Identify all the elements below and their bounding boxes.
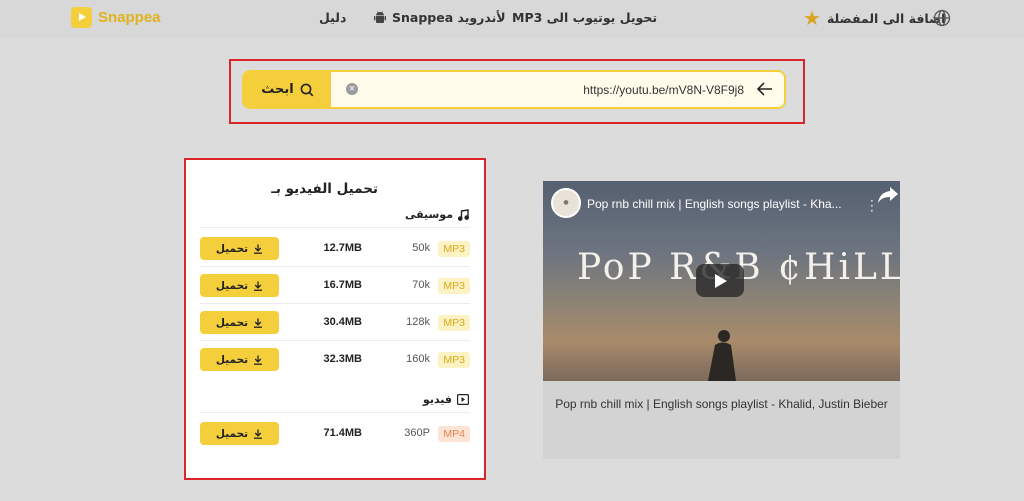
download-panel: تحميل الفيديو بـ موسيقى تحميل 12.7MB 50k… [186, 160, 484, 478]
download-button-label: تحميل [215, 316, 249, 329]
video-player[interactable]: ● Pop rnb chill mix | English songs play… [543, 181, 900, 381]
quality: 160k [406, 353, 430, 365]
music-section-label: موسيقى [404, 208, 453, 221]
search-button-label: ابحث [261, 82, 294, 97]
divider [200, 266, 470, 267]
quality: 70k [412, 279, 430, 291]
download-icon [254, 281, 263, 291]
share-icon[interactable] [877, 185, 899, 205]
download-button[interactable]: تحميل [200, 422, 279, 445]
download-icon [254, 355, 263, 365]
music-section-heading: موسيقى [405, 208, 469, 221]
music-download-row: تحميل 12.7MB 50k MP3 [200, 237, 470, 261]
divider [200, 227, 470, 228]
file-size: 12.7MB [323, 242, 362, 254]
format-badge: MP4 [438, 426, 470, 442]
music-download-row: تحميل 16.7MB 70k MP3 [200, 274, 470, 298]
nav-mp3-label: MP3 تحويل يوتيوب الى [512, 10, 658, 25]
download-button[interactable]: تحميل [200, 348, 279, 371]
download-icon [254, 244, 263, 254]
music-download-row: تحميل 32.3MB 160k MP3 [200, 348, 470, 372]
add-to-favorites-label: اضافة الى المفضلة [826, 10, 946, 26]
format-badge: MP3 [438, 278, 470, 294]
download-button-label: تحميل [215, 427, 249, 440]
download-button-label: تحميل [215, 242, 249, 255]
arrow-left-icon[interactable] [756, 80, 774, 98]
panel-title: تحميل الفيديو بـ [271, 181, 378, 197]
nav-guide-label: دليل [319, 10, 347, 25]
file-size: 32.3MB [323, 353, 362, 365]
person-silhouette-image [708, 330, 736, 381]
quality: 128k [406, 316, 430, 328]
download-button[interactable]: تحميل [200, 311, 279, 334]
android-icon [374, 10, 386, 23]
clear-icon[interactable]: × [346, 83, 358, 95]
nav-android-link[interactable]: Snappea لأندرويد [374, 10, 506, 25]
video-title: Pop rnb chill mix | English songs playli… [555, 397, 888, 411]
video-section-label: فيديو [422, 393, 452, 406]
download-button[interactable]: تحميل [200, 237, 279, 260]
file-size: 16.7MB [323, 279, 362, 291]
search-icon [300, 83, 314, 96]
download-button[interactable]: تحميل [200, 274, 279, 297]
play-button-icon[interactable] [696, 264, 744, 297]
snappea-logo-icon [71, 7, 92, 28]
format-badge: MP3 [438, 352, 470, 368]
more-options-icon[interactable]: · · · [870, 195, 874, 217]
search-input[interactable]: https://youtu.be/mV8N-V8F9j8 [583, 83, 744, 97]
download-icon [254, 318, 263, 328]
star-icon: ★ [803, 6, 821, 30]
snappea-logo[interactable]: Snappea [71, 7, 161, 28]
nav-guide-link[interactable]: دليل [319, 10, 346, 25]
search-button[interactable]: ابحث [244, 72, 331, 107]
nav-youtube-to-mp3-link[interactable]: MP3 تحويل يوتيوب الى [512, 10, 657, 25]
music-note-icon [458, 208, 469, 221]
quality: 50k [412, 242, 430, 254]
file-size: 30.4MB [323, 316, 362, 328]
divider [200, 303, 470, 304]
quality: 360P [404, 427, 430, 439]
globe-icon[interactable] [933, 9, 951, 27]
format-badge: MP3 [438, 315, 470, 331]
nav-android-label: Snappea لأندرويد [392, 10, 506, 25]
channel-avatar[interactable]: ● [551, 188, 581, 218]
top-navigation-bar: Snappea دليل Snappea لأندرويد MP3 تحويل … [0, 0, 1024, 38]
download-icon [254, 429, 263, 439]
video-file-icon [457, 394, 469, 405]
video-section-heading: فيديو [423, 393, 469, 406]
add-to-favorites-link[interactable]: ★ اضافة الى المفضلة [803, 6, 946, 30]
video-download-row: تحميل 71.4MB 360P MP4 [200, 422, 470, 446]
music-download-row: تحميل 30.4MB 128k MP3 [200, 311, 470, 335]
divider [200, 340, 470, 341]
download-button-label: تحميل [215, 353, 249, 366]
format-badge: MP3 [438, 241, 470, 257]
divider [200, 412, 470, 413]
download-button-label: تحميل [215, 279, 249, 292]
search-bar: ابحث × https://youtu.be/mV8N-V8F9j8 [242, 70, 786, 109]
player-title[interactable]: Pop rnb chill mix | English songs playli… [587, 197, 842, 211]
logo-text: Snappea [98, 9, 161, 26]
file-size: 71.4MB [323, 427, 362, 439]
